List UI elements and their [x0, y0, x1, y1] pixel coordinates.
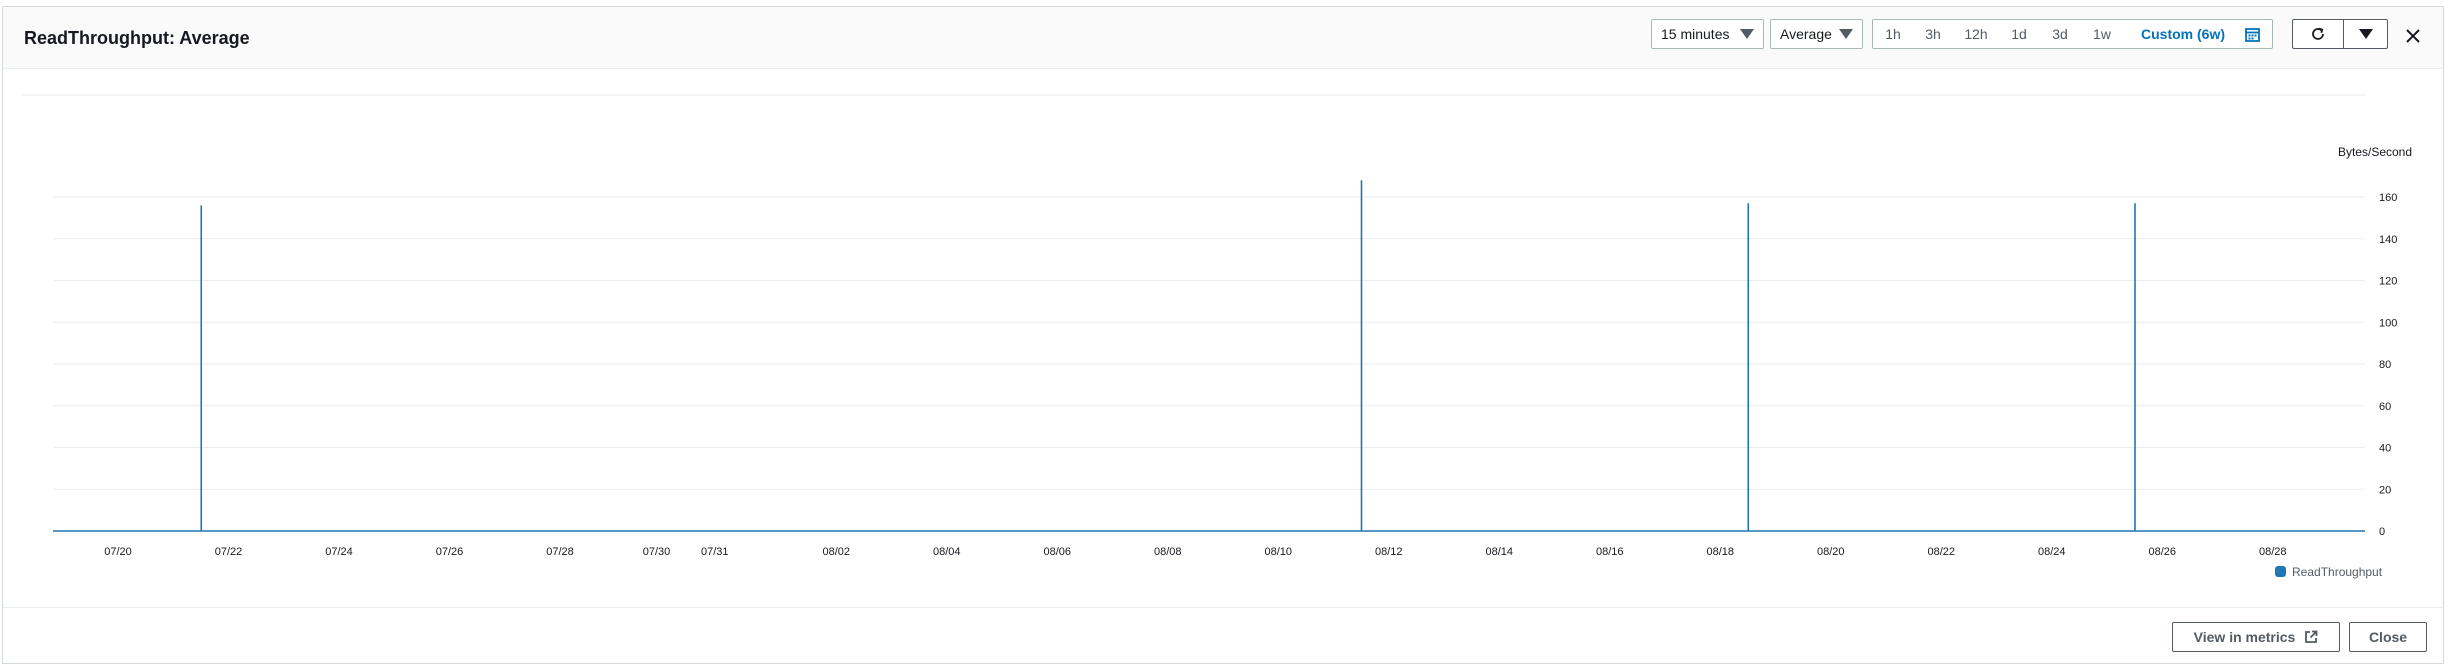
modal-title: ReadThroughput: Average [24, 28, 250, 48]
x-tick-label: 07/31 [701, 546, 729, 558]
close-button[interactable]: Close [2349, 622, 2427, 652]
range-1w[interactable]: 1w [2081, 20, 2123, 48]
view-in-metrics-button[interactable]: View in metrics [2172, 622, 2340, 652]
x-tick-label: 08/10 [1264, 546, 1292, 558]
x-tick-label: 08/20 [1817, 546, 1845, 558]
x-tick-label: 08/26 [2148, 546, 2176, 558]
chart-canvas: Bytes/Second 0 20 40 60 80 100 120 140 160 07/20… [21, 94, 2412, 579]
y-tick-label: 20 [2379, 484, 2391, 496]
x-tick-label: 07/28 [546, 546, 574, 558]
x-tick-label: 07/22 [215, 546, 243, 558]
series-readthroughput [53, 180, 2365, 532]
x-tick-label: 07/24 [325, 546, 353, 558]
x-tick-label: 08/28 [2259, 546, 2287, 558]
statistic-select[interactable]: Average [1770, 19, 1863, 49]
range-1h[interactable]: 1h [1873, 20, 1913, 48]
x-tick-label: 07/20 [104, 546, 132, 558]
external-link-icon [2305, 630, 2318, 643]
metric-modal: ReadThroughput: Average 15 minutes Avera… [2, 6, 2444, 664]
range-custom[interactable]: Custom (6w) [2125, 20, 2241, 48]
x-tick-label: 08/14 [1485, 546, 1513, 558]
x-axis-ticks: 07/20 07/22 07/24 07/26 07/28 07/30 07/31 08/02… [104, 546, 2286, 558]
range-1d[interactable]: 1d [1999, 20, 2039, 48]
modal-footer: View in metrics Close [3, 607, 2443, 665]
y-tick-label: 60 [2379, 401, 2391, 413]
legend-swatch [2275, 566, 2286, 577]
refresh-icon [2312, 27, 2324, 40]
refresh-options-dropdown[interactable] [2344, 20, 2387, 48]
y-tick-label: 140 [2379, 234, 2397, 246]
x-tick-label: 08/06 [1043, 546, 1071, 558]
y-axis-label: Bytes/Second [2338, 145, 2412, 159]
chart-legend[interactable]: ReadThroughput [2275, 565, 2383, 579]
x-tick-label: 07/30 [643, 546, 671, 558]
refresh-button-group [2292, 19, 2388, 49]
x-tick-label: 08/24 [2038, 546, 2066, 558]
period-select-value: 15 minutes [1661, 26, 1730, 42]
x-tick-label: 08/12 [1375, 546, 1403, 558]
close-icon[interactable] [2404, 27, 2422, 45]
y-tick-label: 40 [2379, 443, 2391, 455]
y-tick-label: 0 [2379, 526, 2385, 538]
y-tick-label: 100 [2379, 317, 2397, 329]
range-12h[interactable]: 12h [1953, 20, 1999, 48]
caret-down-icon [2359, 29, 2373, 39]
refresh-button[interactable] [2293, 20, 2343, 48]
modal-header: ReadThroughput: Average 15 minutes Avera… [3, 7, 2443, 69]
legend-label: ReadThroughput [2292, 565, 2383, 579]
range-3h[interactable]: 3h [1913, 20, 1953, 48]
gridlines [53, 196, 2365, 532]
x-tick-label: 08/16 [1596, 546, 1624, 558]
y-tick-label: 160 [2379, 192, 2397, 204]
metric-chart: Bytes/Second 0 20 40 60 80 100 120 140 160 07/20… [3, 69, 2443, 613]
x-tick-label: 08/22 [1927, 546, 1955, 558]
period-select[interactable]: 15 minutes [1651, 19, 1764, 49]
x-tick-label: 08/18 [1706, 546, 1734, 558]
x-tick-label: 08/04 [933, 546, 961, 558]
caret-down-icon [1839, 29, 1853, 39]
view-in-metrics-label: View in metrics [2193, 629, 2296, 645]
x-tick-label: 07/26 [436, 546, 464, 558]
y-tick-label: 120 [2379, 276, 2397, 288]
y-axis-ticks: 0 20 40 60 80 100 120 140 160 [2379, 192, 2397, 538]
statistic-select-value: Average [1780, 26, 1832, 42]
x-tick-label: 08/02 [822, 546, 850, 558]
range-3d[interactable]: 3d [2039, 20, 2081, 48]
calendar-icon[interactable] [2245, 27, 2260, 42]
x-tick-label: 08/08 [1154, 546, 1182, 558]
caret-down-icon [1740, 29, 1754, 39]
y-tick-label: 80 [2379, 359, 2391, 371]
time-range-selector: 1h 3h 12h 1d 3d 1w Custom (6w) [1872, 19, 2273, 49]
